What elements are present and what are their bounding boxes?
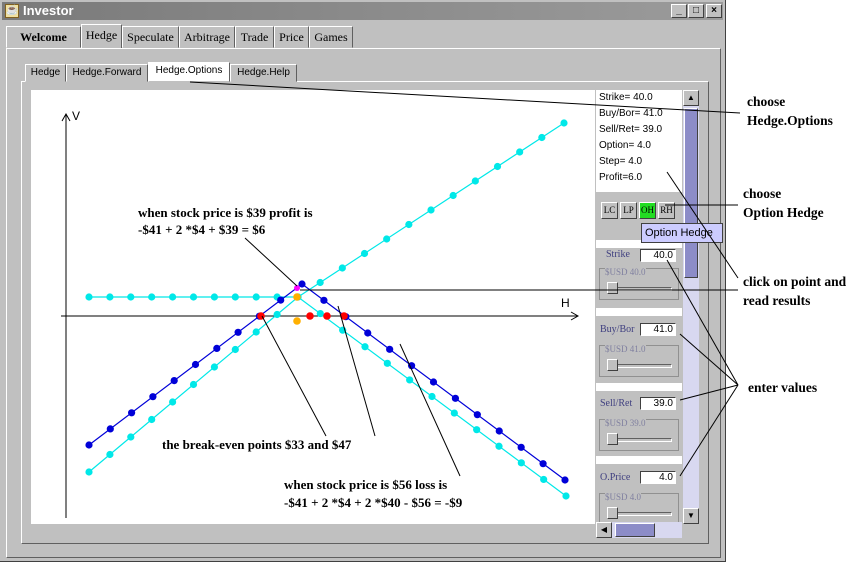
arrow-to-readout [666,171,739,279]
arrow-profit-point [244,237,298,287]
arrow-to-hedge-options [189,81,741,114]
arrow-enter-oprice [679,384,739,477]
arrow-loss-point [399,343,461,477]
arrow-breakeven-left [261,315,327,437]
annotation-arrows [189,81,741,477]
arrow-enter-buybor [679,333,739,386]
arrow-enter-strike [666,259,739,386]
arrow-breakeven-right [337,305,376,437]
